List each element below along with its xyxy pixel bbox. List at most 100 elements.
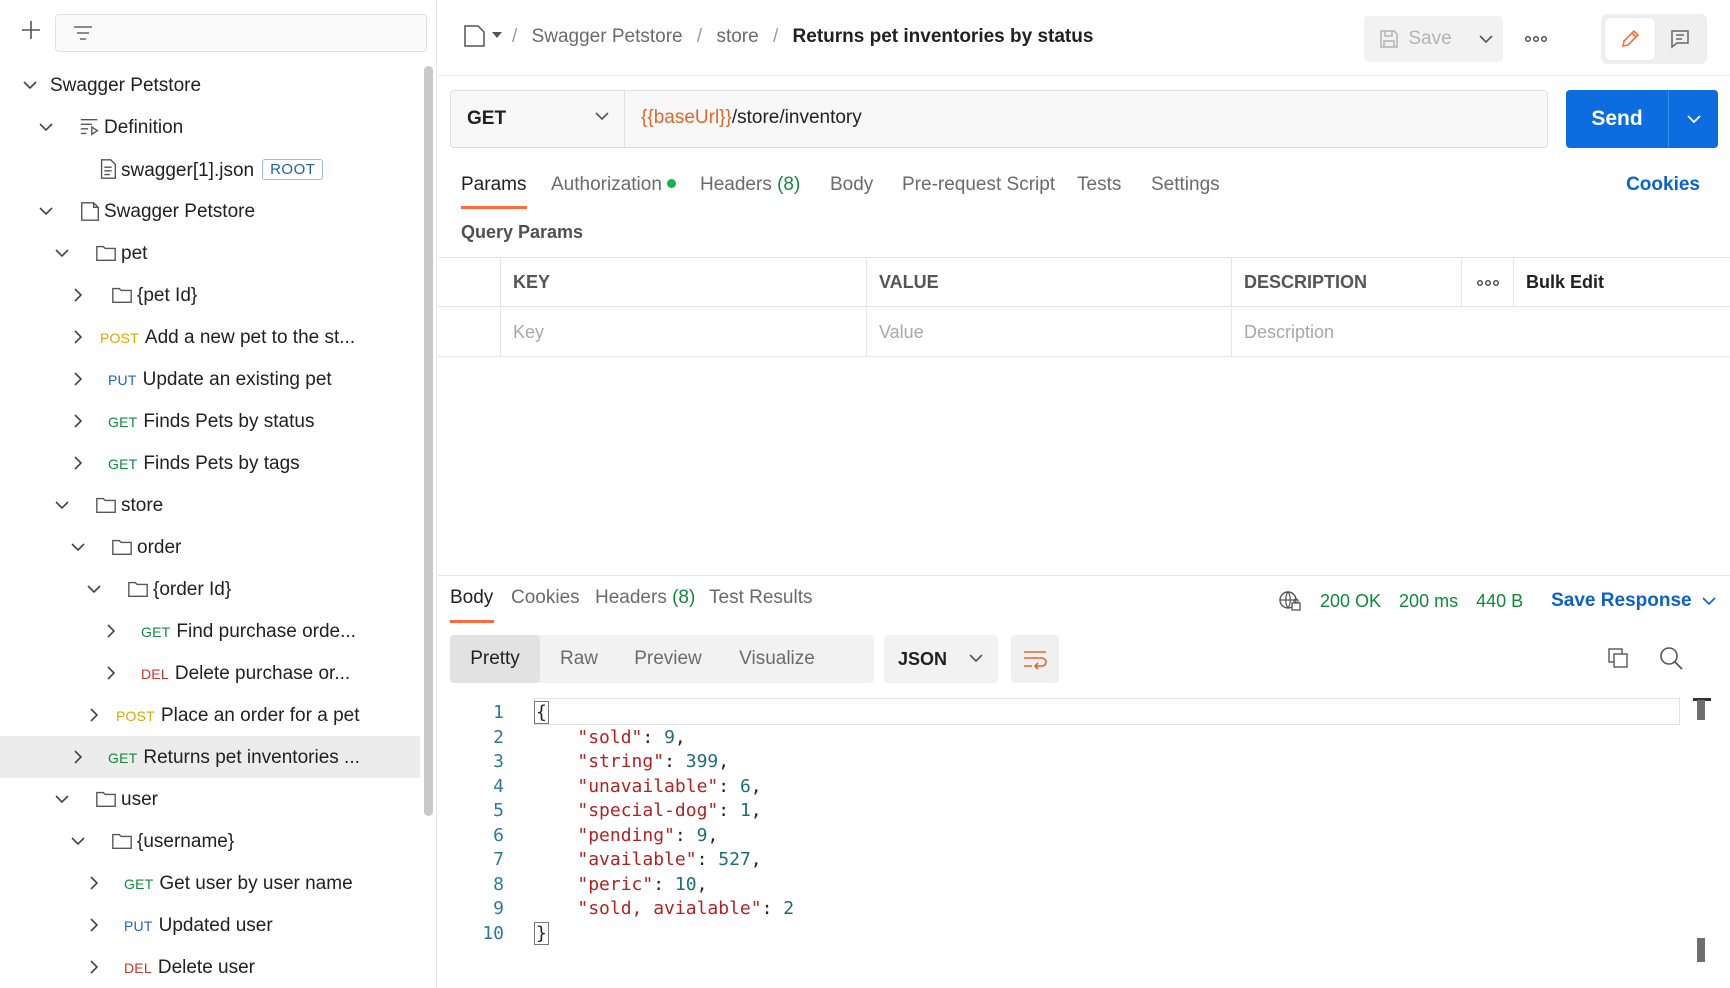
bulk-edit-button[interactable]: Bulk Edit [1513,258,1730,307]
chevron-right-icon[interactable] [86,707,102,723]
response-body-viewer[interactable]: 1{2 "sold": 9, 3 "string": 399, 4 "unavail… [438,698,1730,988]
chevron-down-icon[interactable] [86,581,102,597]
code-text: "string": 399, [577,751,730,772]
tree-folder-item[interactable]: swagger[1].json ROOT [0,148,420,190]
chevron-down-icon[interactable] [38,203,54,219]
tree-folder-item[interactable]: Swagger Petstore [0,64,420,106]
tree-folder-item[interactable]: Swagger Petstore [0,190,420,232]
filter-input[interactable] [55,14,427,52]
status-code[interactable]: 200 OK [1320,591,1381,612]
view-preview[interactable]: Preview [618,635,718,683]
tab-response-headers[interactable]: Headers (8) [595,587,695,609]
chevron-right-icon[interactable] [86,917,102,933]
line-number: 3 [493,751,504,772]
response-size[interactable]: 440 B [1476,591,1523,612]
send-button[interactable]: Send [1566,90,1668,148]
tree-request-item[interactable]: GET Find purchase orde... [0,610,420,652]
pane-divider[interactable] [438,575,1730,576]
code-scrollbar[interactable] [1693,698,1711,988]
chevron-right-icon[interactable] [70,455,86,471]
tree-folder-item[interactable]: {pet Id} [0,274,420,316]
chevron-right-icon[interactable] [70,749,86,765]
save-options-button[interactable] [1468,16,1503,62]
chevron-right-icon[interactable] [70,371,86,387]
tab-headers[interactable]: Headers (8) [700,174,800,196]
save-response-button[interactable]: Save Response [1551,590,1716,612]
comments-button[interactable] [1657,18,1703,60]
tree-folder-item[interactable]: store [0,484,420,526]
tree-request-item[interactable]: POST Place an order for a pet [0,694,420,736]
tab-body[interactable]: Body [830,174,873,196]
method-select[interactable]: GET [451,91,625,147]
chevron-down-icon[interactable] [70,539,86,555]
url-input[interactable]: {{baseUrl}}/store/inventory [641,107,862,129]
key-input[interactable]: Key [500,308,866,357]
tree-folder-item[interactable]: Definition [0,106,420,148]
tree-folder-item[interactable]: order [0,526,420,568]
tree-request-item[interactable]: POST Add a new pet to the st... [0,316,420,358]
value-input[interactable]: Value [866,308,1231,357]
tree-request-item[interactable]: PUT Update an existing pet [0,358,420,400]
send-options-button[interactable] [1668,90,1718,148]
tab-params[interactable]: Params [461,174,526,196]
tab-test-results[interactable]: Test Results [709,587,812,609]
tree-folder-item[interactable]: pet [0,232,420,274]
copy-button[interactable] [1606,646,1630,675]
chevron-down-icon[interactable] [22,77,38,93]
tab-authorization[interactable]: Authorization [551,174,676,196]
tree-item-label: PUT Update an existing pet [108,369,332,391]
tree-request-item[interactable]: PUT Updated user [0,904,420,946]
scrollbar-thumb[interactable] [1697,938,1705,962]
tree-request-item[interactable]: DEL Delete user [0,946,420,988]
table-options-button[interactable] [1461,258,1513,307]
sidebar-scrollbar[interactable] [424,66,433,816]
search-button[interactable] [1658,645,1684,676]
chevron-right-icon[interactable] [70,287,86,303]
tab-prerequest-script[interactable]: Pre-request Script [902,174,1055,196]
network-globe-icon[interactable] [1278,589,1302,613]
tree-request-item[interactable]: DEL Delete purchase or... [0,652,420,694]
cookies-link[interactable]: Cookies [1626,174,1700,196]
breadcrumb-folder[interactable]: store [716,26,758,47]
chevron-right-icon[interactable] [86,875,102,891]
chevron-right-icon[interactable] [70,329,86,345]
format-select[interactable]: JSON [884,635,998,683]
view-raw[interactable]: Raw [540,635,618,683]
chevron-right-icon[interactable] [103,665,119,681]
chevron-down-icon[interactable] [54,245,70,261]
chevron-down-icon[interactable] [70,833,86,849]
tree-request-item[interactable]: GET Returns pet inventories ... [0,736,420,778]
tree-folder-item[interactable]: user [0,778,420,820]
tab-settings[interactable]: Settings [1151,174,1220,196]
tree-request-item[interactable]: GET Finds Pets by tags [0,442,420,484]
wrap-lines-button[interactable] [1011,635,1059,683]
new-item-button[interactable] [18,19,44,45]
chevron-down-icon[interactable] [38,119,54,135]
chevron-right-icon[interactable] [103,623,119,639]
save-button[interactable]: Save [1364,16,1466,62]
chevron-down-icon[interactable] [54,791,70,807]
chevron-right-icon[interactable] [86,959,102,975]
collection-selector[interactable] [462,24,506,53]
code-line: 5 "special-dog": 1, [438,797,1698,824]
tree-folder-item[interactable]: {username} [0,820,420,862]
chevron-down-icon[interactable] [54,497,70,513]
breadcrumb-collection[interactable]: Swagger Petstore [532,26,683,47]
tab-tests[interactable]: Tests [1077,174,1121,196]
tab-response-body[interactable]: Body [450,587,493,609]
json-key: "special-dog" [577,800,719,821]
chevron-right-icon[interactable] [70,413,86,429]
more-actions-button[interactable] [1518,22,1554,56]
line-number: 8 [493,873,504,895]
tree-request-item[interactable]: GET Finds Pets by status [0,400,420,442]
page-title[interactable]: Returns pet inventories by status [793,26,1094,47]
description-input[interactable]: Description [1231,308,1730,357]
response-time[interactable]: 200 ms [1399,591,1458,612]
view-pretty[interactable]: Pretty [450,635,540,683]
edit-mode-button[interactable] [1605,18,1655,60]
tab-response-cookies[interactable]: Cookies [511,587,580,609]
scrollbar-thumb[interactable] [1697,700,1705,720]
view-visualize[interactable]: Visualize [718,635,836,683]
tree-request-item[interactable]: GET Get user by user name [0,862,420,904]
tree-folder-item[interactable]: {order Id} [0,568,420,610]
